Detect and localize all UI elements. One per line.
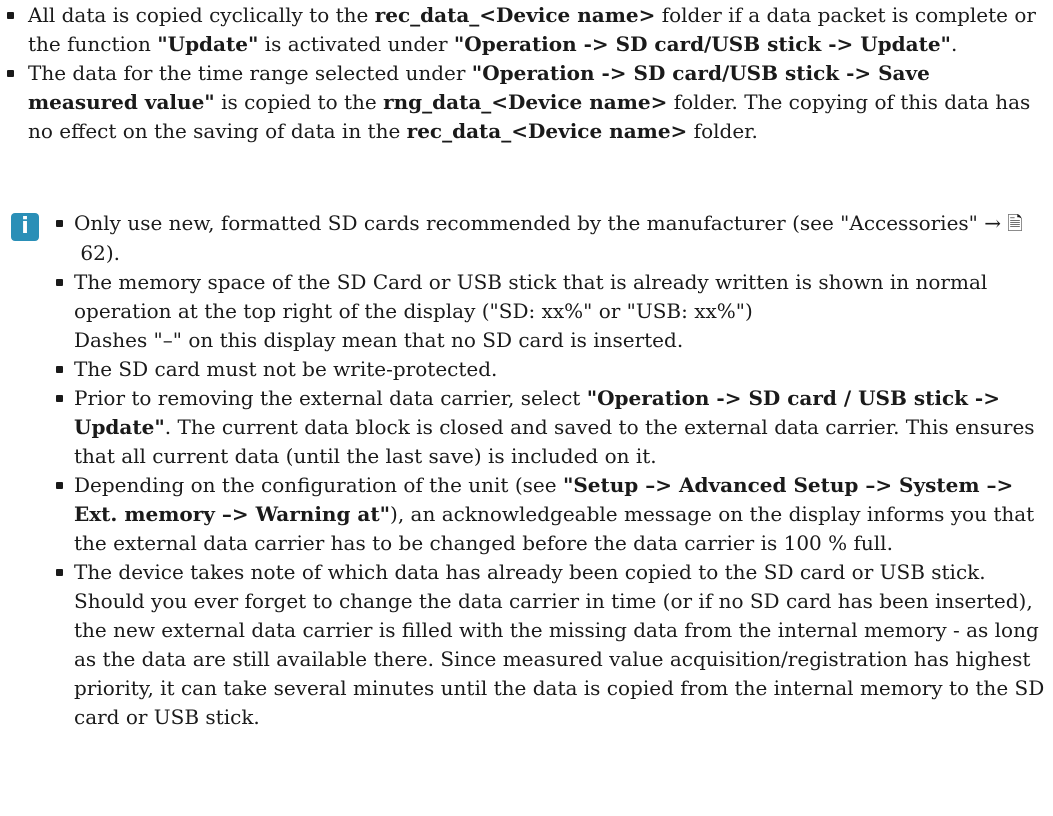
bullet-text: The SD card must not be write-protected. [74,357,498,381]
bullet-text: All data is copied cyclically to the [28,3,375,27]
page-reference: 62 [80,241,106,265]
list-item: Only use new, formatted SD cards recomme… [50,209,1050,268]
note-bullet-list: Only use new, formatted SD cards recomme… [50,209,1050,732]
bullet-text: The device takes note of which data has … [74,560,1045,729]
bullet-text: Dashes "–" on this display mean that no … [74,328,684,352]
book-icon: 🗎 [1007,213,1023,235]
list-item: Prior to removing the external data carr… [50,384,1050,471]
list-item: The SD card must not be write-protected. [50,355,1050,384]
list-item: Depending on the configuration of the un… [50,471,1050,558]
bullet-text: The data for the time range selected und… [28,61,472,85]
folder-name-rng-data: rng_data_<Device name> [383,90,668,114]
bullet-text: The memory space of the SD Card or USB s… [74,270,988,323]
info-icon: i [11,213,39,241]
bullet-text: Depending on the configuration of the un… [74,473,563,497]
list-item: All data is copied cyclically to the rec… [0,1,1040,59]
bullet-text: Prior to removing the external data carr… [74,386,587,410]
menu-path-update: "Operation -> SD card/USB stick -> Updat… [453,32,951,56]
bullet-text: . The current data block is closed and s… [74,415,1035,468]
bullet-text: ). [105,241,120,265]
list-item: The memory space of the SD Card or USB s… [50,268,1050,355]
list-item: The device takes note of which data has … [50,558,1050,732]
bullet-text: . [950,32,958,56]
folder-name-rec-data: rec_data_<Device name> [374,3,656,27]
function-update: "Update" [157,32,259,56]
top-bullet-list: All data is copied cyclically to the rec… [0,1,1040,146]
list-item: The data for the time range selected und… [0,59,1040,146]
bullet-text: Only use new, formatted SD cards recomme… [74,211,1008,235]
folder-name-rec-data: rec_data_<Device name> [406,119,688,143]
bullet-text: is activated under [258,32,454,56]
bullet-text: is copied to the [214,90,384,114]
bullet-text: folder. [687,119,758,143]
document-page: All data is copied cyclically to the rec… [0,0,1053,816]
